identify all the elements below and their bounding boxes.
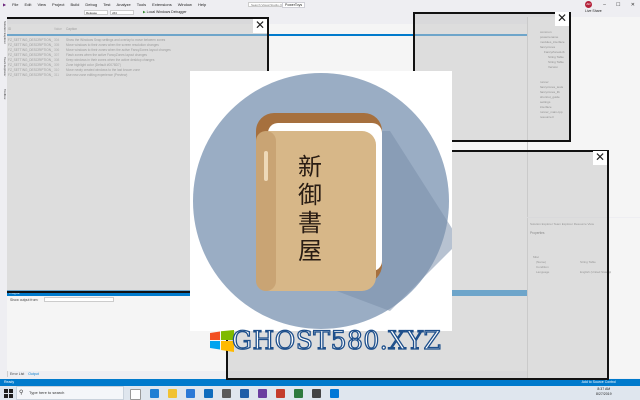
tab-team-explorer[interactable]: Team Explorer <box>0 57 7 76</box>
avatar[interactable]: AD <box>585 1 592 8</box>
menu-tools[interactable]: Tools <box>134 2 149 7</box>
book-char: 屋 <box>298 237 322 265</box>
tab-output[interactable]: Output <box>28 372 39 376</box>
menu-build[interactable]: Build <box>68 2 83 7</box>
menu-edit[interactable]: Edit <box>22 2 35 7</box>
windows-icon <box>3 388 13 398</box>
run-label: Local Windows Debugger <box>146 10 187 14</box>
menu-project[interactable]: Project <box>49 2 67 7</box>
status-bar: Ready Add to Source Control <box>0 379 640 386</box>
mail-icon[interactable] <box>186 389 195 398</box>
book-char: 御 <box>298 181 322 209</box>
menu-analyze[interactable]: Analyze <box>114 2 134 7</box>
tab-error-list[interactable]: Error List <box>10 372 24 376</box>
book-title: 新 御 書 屋 <box>298 153 322 265</box>
bottom-tabs: Error List Output <box>10 372 39 376</box>
book-char: 新 <box>298 153 322 181</box>
window-controls: – ☐ ✕ <box>598 0 640 9</box>
menu-bar: ▶ File Edit View Project Build Debug Tes… <box>0 0 640 9</box>
solution-name: PowerToys <box>282 2 306 8</box>
platform-dropdown[interactable]: x64 <box>110 10 134 15</box>
output-show-label: Show output from: <box>10 298 39 302</box>
menu-file[interactable]: File <box>9 2 21 7</box>
start-button[interactable] <box>0 386 16 400</box>
minimize-icon[interactable]: – <box>603 2 606 8</box>
task-view-icon[interactable] <box>130 389 141 400</box>
vscode-icon[interactable] <box>240 389 249 398</box>
visual-studio-icon[interactable] <box>258 389 267 398</box>
book-char: 書 <box>298 209 322 237</box>
menu-extensions[interactable]: Extensions <box>149 2 175 7</box>
maximize-icon[interactable]: ☐ <box>616 2 620 8</box>
close-icon[interactable]: ✕ <box>555 12 569 26</box>
live-share-button[interactable]: Live Share <box>585 9 602 13</box>
close-icon[interactable]: ✕ <box>253 19 267 33</box>
windows-flag-icon <box>210 330 234 352</box>
terminal-icon[interactable] <box>222 389 231 398</box>
menu-help[interactable]: Help <box>195 2 209 7</box>
tab-toolbox[interactable]: Toolbox <box>0 89 7 99</box>
menu-window[interactable]: Window <box>175 2 195 7</box>
tab-solution-explorer[interactable]: Solution Explorer <box>0 21 7 44</box>
close-window-icon[interactable]: ✕ <box>631 2 635 8</box>
store-icon[interactable] <box>204 389 213 398</box>
search-icon: ⚲ <box>19 390 24 396</box>
watermark-text: GHOST580.XYZ <box>231 325 442 355</box>
clock-date: 8/27/2019 <box>596 392 612 396</box>
app-icon[interactable] <box>276 389 285 398</box>
edge-icon[interactable] <box>150 389 159 398</box>
vs-logo-icon[interactable]: ▶ <box>0 2 9 7</box>
output-source-dropdown[interactable] <box>44 297 114 302</box>
logo-card: 新 御 書 屋 <box>190 71 460 331</box>
file-explorer-icon[interactable] <box>168 389 177 398</box>
menu-debug[interactable]: Debug <box>82 2 100 7</box>
menu-view[interactable]: View <box>34 2 49 7</box>
close-icon[interactable]: ✕ <box>593 151 607 165</box>
config-dropdown[interactable]: Release <box>84 10 108 15</box>
system-clock[interactable]: 8:37 AM 8/27/2019 <box>596 387 612 397</box>
taskbar-search-input[interactable]: Type here to search <box>16 386 124 400</box>
run-button[interactable]: ▶ Local Windows Debugger <box>143 10 187 14</box>
add-to-source-control[interactable]: Add to Source Control <box>582 379 616 386</box>
status-ready: Ready <box>4 380 15 384</box>
menu-test[interactable]: Test <box>100 2 113 7</box>
app-icon[interactable] <box>330 389 339 398</box>
app-icon[interactable] <box>312 389 321 398</box>
app-icon[interactable] <box>294 389 303 398</box>
